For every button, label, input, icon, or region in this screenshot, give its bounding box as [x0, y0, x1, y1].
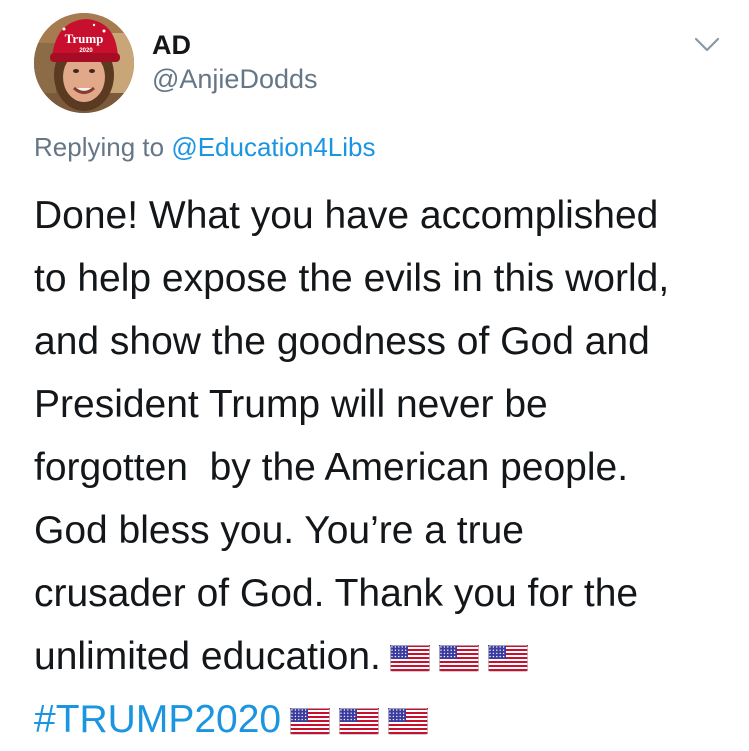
avatar-hat-text: Trump [65, 31, 104, 46]
tweet-text-line-with-flags: unlimited education. [34, 625, 734, 688]
replying-to-label: Replying to [34, 132, 165, 162]
avatar-photo: Trump 2020 [34, 13, 134, 113]
hashtag-line: #TRUMP2020 [34, 688, 734, 751]
user-handle[interactable]: @AnjieDodds [152, 64, 318, 95]
us-flag-icon [388, 708, 429, 735]
us-flag-icon [487, 645, 528, 672]
replying-to: Replying to @Education4Libs [34, 132, 376, 163]
tweet-text-line: God bless you. You’re a true [34, 509, 524, 552]
us-flag-icon [339, 708, 380, 735]
tweet-text-line: forgotten by the American people. [34, 446, 629, 489]
tweet-text-line: unlimited education. [34, 635, 381, 678]
tweet-text-line: and show the goodness of God and [34, 320, 650, 363]
tweet-text-line: Done! What you have accomplished [34, 194, 659, 237]
replying-to-mention-link[interactable]: @Education4Libs [171, 132, 375, 162]
avatar[interactable]: Trump 2020 [34, 13, 134, 113]
us-flag-icon [389, 645, 430, 672]
us-flag-icon [290, 708, 331, 735]
avatar-hat-year: 2020 [79, 48, 93, 54]
tweet: Trump 2020 AD @AnjieDodds Replying to @E… [0, 0, 749, 749]
tweet-text-line: to help expose the evils in this world, [34, 257, 670, 300]
tweet-text-line: crusader of God. Thank you for the [34, 572, 639, 615]
tweet-text: Done! What you have accomplished to help… [34, 184, 734, 751]
tweet-text-line: President Trump will never be [34, 383, 548, 426]
us-flag-icon [438, 645, 479, 672]
hashtag-link[interactable]: #TRUMP2020 [34, 698, 281, 741]
chevron-down-icon[interactable] [694, 36, 720, 54]
display-name[interactable]: AD [152, 30, 191, 61]
